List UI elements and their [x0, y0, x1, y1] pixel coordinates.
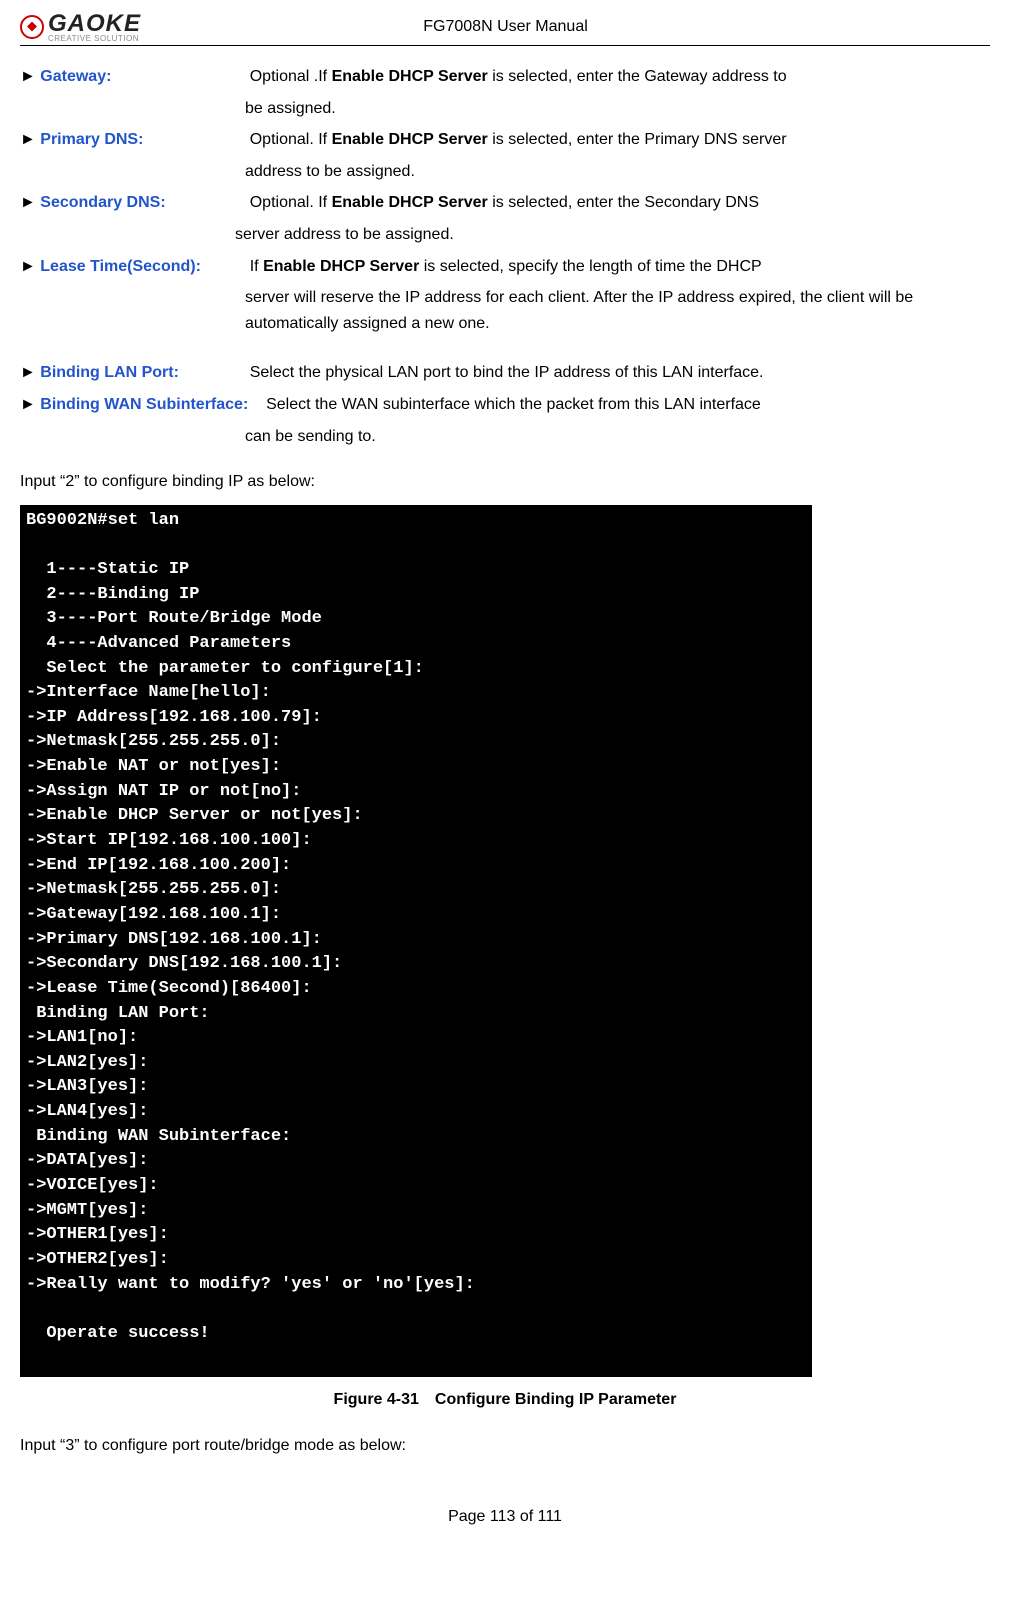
- terminal-line: ->Primary DNS[192.168.100.1]:: [26, 928, 806, 953]
- definition-primary-dns: ► Primary DNS: Optional. If Enable DHCP …: [20, 127, 990, 153]
- terminal-line: ->DATA[yes]:: [26, 1149, 806, 1174]
- manual-title: FG7008N User Manual: [141, 18, 990, 36]
- desc-bold: Enable DHCP Server: [332, 68, 488, 85]
- terminal-screenshot: BG9002N#set lan 1----Static IP 2----Bind…: [20, 505, 812, 1377]
- bullet-mark: ►: [20, 396, 40, 413]
- definition-binding-wan-subinterface: ► Binding WAN Subinterface: Select the W…: [20, 392, 990, 418]
- definition-lease-time: ► Lease Time(Second): If Enable DHCP Ser…: [20, 254, 990, 280]
- desc-text: Select the WAN subinterface which the pa…: [266, 396, 761, 413]
- desc-prefix: Optional. If: [250, 131, 332, 148]
- terminal-line: ->LAN3[yes]:: [26, 1075, 806, 1100]
- terminal-line: ->Netmask[255.255.255.0]:: [26, 878, 806, 903]
- desc-prefix: Optional. If: [250, 194, 332, 211]
- definition-secondary-dns-cont: server address to be assigned.: [235, 222, 990, 248]
- definition-binding-wan-cont: can be sending to.: [245, 424, 990, 450]
- definition-binding-lan-port: ► Binding LAN Port: Select the physical …: [20, 360, 990, 386]
- bullet-mark: ►: [20, 131, 40, 148]
- terminal-line: ->MGMT[yes]:: [26, 1199, 806, 1224]
- term-label: Binding LAN Port:: [40, 364, 179, 381]
- terminal-line: ->Interface Name[hello]:: [26, 681, 806, 706]
- desc-prefix: Optional .If: [250, 68, 332, 85]
- logo-subtext: CREATIVE SOLUTION: [48, 34, 141, 43]
- terminal-line: BG9002N#set lan: [26, 509, 806, 534]
- terminal-line: [26, 1297, 806, 1322]
- page-footer: Page 113 of 111: [20, 1508, 990, 1526]
- terminal-line: ->LAN2[yes]:: [26, 1051, 806, 1076]
- terminal-line: ->Really want to modify? 'yes' or 'no'[y…: [26, 1273, 806, 1298]
- term-label: Gateway:: [40, 68, 111, 85]
- terminal-line: ->OTHER2[yes]:: [26, 1248, 806, 1273]
- definition-gateway-cont: be assigned.: [245, 96, 990, 122]
- desc-bold: Enable DHCP Server: [332, 194, 488, 211]
- logo-icon: [20, 15, 44, 39]
- terminal-line: ->Secondary DNS[192.168.100.1]:: [26, 952, 806, 977]
- terminal-line: ->IP Address[192.168.100.79]:: [26, 706, 806, 731]
- logo: GAOKE CREATIVE SOLUTION: [20, 10, 141, 43]
- definition-gateway: ► Gateway: Optional .If Enable DHCP Serv…: [20, 64, 990, 90]
- figure-caption: Figure 4-31 Configure Binding IP Paramet…: [20, 1391, 990, 1409]
- desc-suffix: is selected, enter the Gateway address t…: [488, 68, 787, 85]
- terminal-line: [26, 533, 806, 558]
- definition-primary-dns-cont: address to be assigned.: [245, 159, 990, 185]
- terminal-line: Binding WAN Subinterface:: [26, 1125, 806, 1150]
- desc-suffix: is selected, enter the Primary DNS serve…: [488, 131, 787, 148]
- outro-line: Input “3” to configure port route/bridge…: [20, 1433, 990, 1459]
- terminal-line: ->Enable NAT or not[yes]:: [26, 755, 806, 780]
- terminal-line: 3----Port Route/Bridge Mode: [26, 607, 806, 632]
- terminal-line: Operate success!: [26, 1322, 806, 1347]
- intro-line: Input “2” to configure binding IP as bel…: [20, 469, 990, 495]
- term-label: Binding WAN Subinterface:: [40, 396, 248, 413]
- page-header: GAOKE CREATIVE SOLUTION FG7008N User Man…: [20, 10, 990, 46]
- terminal-line: Select the parameter to configure[1]:: [26, 657, 806, 682]
- desc-bold: Enable DHCP Server: [332, 131, 488, 148]
- bullet-mark: ►: [20, 68, 40, 85]
- desc-suffix: is selected, specify the length of time …: [419, 258, 761, 275]
- page-container: GAOKE CREATIVE SOLUTION FG7008N User Man…: [0, 0, 1010, 1566]
- terminal-line: 1----Static IP: [26, 558, 806, 583]
- terminal-line: ->End IP[192.168.100.200]:: [26, 854, 806, 879]
- terminal-line: ->Start IP[192.168.100.100]:: [26, 829, 806, 854]
- terminal-line: ->LAN1[no]:: [26, 1026, 806, 1051]
- terminal-line: ->Enable DHCP Server or not[yes]:: [26, 804, 806, 829]
- desc-suffix: is selected, enter the Secondary DNS: [488, 194, 759, 211]
- desc-prefix: If: [250, 258, 263, 275]
- terminal-line: 4----Advanced Parameters: [26, 632, 806, 657]
- terminal-line: Binding LAN Port:: [26, 1002, 806, 1027]
- bullet-mark: ►: [20, 258, 40, 275]
- terminal-line: ->LAN4[yes]:: [26, 1100, 806, 1125]
- definition-secondary-dns: ► Secondary DNS: Optional. If Enable DHC…: [20, 190, 990, 216]
- term-label: Primary DNS:: [40, 131, 143, 148]
- terminal-line: ->Gateway[192.168.100.1]:: [26, 903, 806, 928]
- desc-bold: Enable DHCP Server: [263, 258, 419, 275]
- terminal-line: ->Lease Time(Second)[86400]:: [26, 977, 806, 1002]
- term-label: Secondary DNS:: [40, 194, 165, 211]
- term-label: Lease Time(Second):: [40, 258, 201, 275]
- definition-lease-time-cont: server will reserve the IP address for e…: [245, 285, 990, 336]
- terminal-line: 2----Binding IP: [26, 583, 806, 608]
- terminal-line: ->OTHER1[yes]:: [26, 1223, 806, 1248]
- terminal-line: ->VOICE[yes]:: [26, 1174, 806, 1199]
- bullet-mark: ►: [20, 364, 40, 381]
- terminal-line: ->Netmask[255.255.255.0]:: [26, 730, 806, 755]
- terminal-line: ->Assign NAT IP or not[no]:: [26, 780, 806, 805]
- bullet-mark: ►: [20, 194, 40, 211]
- desc-text: Select the physical LAN port to bind the…: [250, 364, 764, 381]
